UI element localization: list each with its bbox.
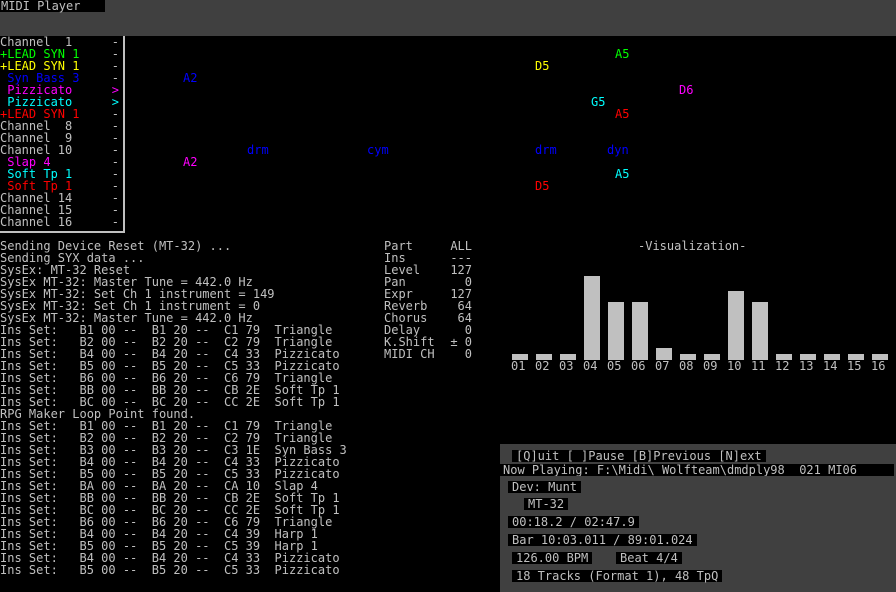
param-value: 0 bbox=[464, 347, 472, 361]
device-name: Dev: Munt bbox=[508, 481, 582, 493]
channel-tick-label: 11 bbox=[751, 359, 766, 373]
note-label: G5 bbox=[591, 95, 606, 109]
note-label: A5 bbox=[615, 107, 630, 121]
param-row: MIDI CH 0 bbox=[384, 348, 472, 360]
level-bar bbox=[584, 276, 600, 360]
channel-marker: - bbox=[111, 215, 119, 229]
channel-tick-label: 01 bbox=[511, 359, 526, 373]
param-key: MIDI CH bbox=[384, 347, 435, 361]
tempo: 126.00 BPM bbox=[512, 552, 593, 564]
channel-tick-label: 14 bbox=[823, 359, 838, 373]
channel-list: Channel 1- +LEAD SYN 1- +LEAD SYN 1- Syn B… bbox=[0, 36, 125, 233]
channel-tick-label: 10 bbox=[727, 359, 742, 373]
channel-tick-label: 16 bbox=[871, 359, 886, 373]
channel-tick-label: 15 bbox=[847, 359, 862, 373]
level-bar bbox=[632, 302, 648, 360]
title-bar: MIDI Player bbox=[0, 0, 896, 36]
time-position: 00:18.2 / 02:47.9 bbox=[508, 516, 639, 528]
playback-panel: [Q]uit [ ]Pause [B]Previous [N]ext Now P… bbox=[500, 444, 896, 592]
now-playing: Now Playing: F:\Midi\_Wolfteam\dmdply98_… bbox=[500, 464, 894, 476]
note-label: dyn bbox=[607, 143, 629, 157]
channel-label: Channel 16 bbox=[0, 215, 73, 229]
note-label: drm bbox=[535, 143, 557, 157]
note-label: A5 bbox=[615, 167, 630, 181]
track-info: 18 Tracks (Format 1), 48 TpQ bbox=[512, 570, 723, 582]
channel-tick-label: 03 bbox=[559, 359, 574, 373]
note-label: A2 bbox=[183, 155, 198, 169]
hotkey-bar[interactable]: [Q]uit [ ]Pause [B]Previous [N]ext bbox=[512, 450, 766, 462]
channel-row: Channel 16 - bbox=[0, 216, 123, 228]
time-signature: Beat 4/4 bbox=[616, 552, 682, 564]
level-bar bbox=[608, 302, 624, 360]
note-label: drm bbox=[247, 143, 269, 157]
channel-tick-label: 05 bbox=[607, 359, 622, 373]
window-title: MIDI Player bbox=[0, 0, 105, 12]
log-line: Ins Set: B5 00 -- B5 20 -- C5 33 Pizzica… bbox=[0, 563, 340, 577]
channel-tick-label: 09 bbox=[703, 359, 718, 373]
channel-tick-label: 12 bbox=[775, 359, 790, 373]
note-label: D5 bbox=[535, 59, 550, 73]
note-label: cym bbox=[367, 143, 389, 157]
channel-tick-label: 07 bbox=[655, 359, 670, 373]
channel-tick-label: 02 bbox=[535, 359, 550, 373]
note-label: A5 bbox=[615, 47, 630, 61]
device-type: MT-32 bbox=[524, 498, 569, 510]
channel-tick-label: 06 bbox=[631, 359, 646, 373]
bar-position: Bar 10:03.011 / 89:01.024 bbox=[508, 534, 697, 546]
channel-tick-label: 04 bbox=[583, 359, 598, 373]
channel-tick-label: 13 bbox=[799, 359, 814, 373]
level-bar bbox=[752, 302, 768, 360]
note-label: D6 bbox=[679, 83, 694, 97]
level-bar bbox=[728, 291, 744, 360]
note-label: D5 bbox=[535, 179, 550, 193]
visualization-title: -Visualization- bbox=[638, 239, 747, 253]
channel-tick-label: 08 bbox=[679, 359, 694, 373]
note-label: A2 bbox=[183, 71, 198, 85]
